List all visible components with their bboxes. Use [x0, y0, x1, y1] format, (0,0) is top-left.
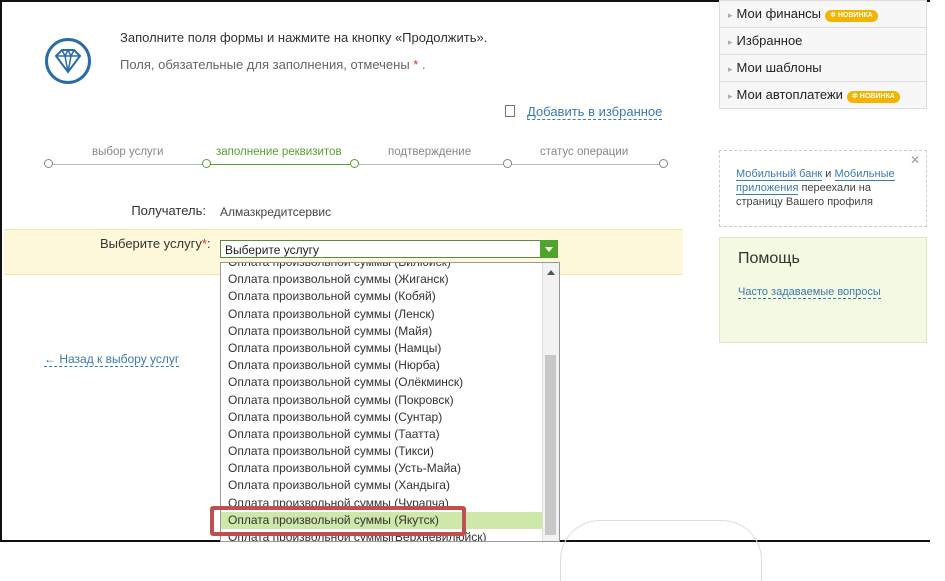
- menu-item-favorites[interactable]: ▸ Избранное: [719, 28, 927, 55]
- dropdown-option[interactable]: Оплата произвольной суммы (Хандыга): [221, 477, 559, 494]
- step-line-active: [208, 164, 358, 165]
- add-to-favorites-label: Добавить в избранное: [527, 104, 663, 120]
- chevron-right-icon: ▸: [728, 37, 733, 47]
- service-label: Выберите услугу*:: [100, 236, 211, 251]
- step-operation-status: статус операции: [540, 146, 629, 158]
- new-badge-text: НОВИНКА: [837, 12, 873, 19]
- service-dropdown-list[interactable]: Оплата произвольной суммы (Вилюйск) Оплат…: [220, 262, 560, 542]
- dropdown-option[interactable]: Оплата произвольной суммы (Намцы): [221, 340, 559, 357]
- notice-and: и: [825, 168, 832, 180]
- new-badge-text: НОВИНКА: [859, 93, 895, 100]
- step-dot-active: [350, 159, 359, 168]
- menu-item-my-autopayments[interactable]: ▸ Мои автоплатежи ✲ НОВИНКА: [719, 82, 927, 109]
- progress-steps: выбор услуги заполнение реквизитов подтв…: [44, 146, 670, 172]
- menu-item-label: Избранное: [736, 33, 803, 48]
- dropdown-option[interactable]: Оплата произвольной суммы (Вилюйск): [221, 263, 559, 271]
- dropdown-option[interactable]: Оплата произвольной суммы (Таатта): [221, 426, 559, 443]
- new-badge: ✲ НОВИНКА: [825, 10, 878, 22]
- star-icon: ✲: [851, 93, 858, 100]
- dropdown-option[interactable]: Оплата произвольной суммы (Кобяй): [221, 288, 559, 305]
- dropdown-option[interactable]: Оплата произвольной суммы (Усть-Майа): [221, 460, 559, 477]
- step-dot: [503, 159, 512, 168]
- service-select[interactable]: Выберите услугу: [220, 240, 558, 258]
- step-dot: [44, 159, 53, 168]
- faq-link[interactable]: Часто задаваемые вопросы: [738, 286, 908, 299]
- bookmark-icon: [505, 105, 515, 117]
- service-label-colon: :: [206, 236, 211, 251]
- help-title: Помощь: [738, 250, 800, 267]
- back-link-label: ← Назад к выбору услуг: [44, 352, 180, 367]
- step-fill-details: заполнение реквизитов: [216, 146, 342, 158]
- menu-item-my-templates[interactable]: ▸ Мои шаблоны: [719, 55, 927, 82]
- dropdown-option[interactable]: Оплата произвольной суммы (Сунтар): [221, 409, 559, 426]
- required-fields-note: Поля, обязательные для заполнения, отмеч…: [120, 57, 426, 72]
- mobile-bank-link[interactable]: Мобильный банк: [736, 168, 823, 181]
- dropdown-option[interactable]: Оплата произвольной суммы (Жиганск): [221, 271, 559, 288]
- service-select-value: Выберите услугу: [225, 243, 320, 257]
- chevron-right-icon: ▸: [728, 64, 733, 74]
- star-icon: ✲: [830, 12, 836, 19]
- step-line: [48, 164, 208, 165]
- dropdown-option[interactable]: Оплата произвольной суммы (Ленск): [221, 306, 559, 323]
- scrollbar-thumb[interactable]: [545, 355, 556, 535]
- step-dot-active: [202, 159, 211, 168]
- menu-item-label: Мои шаблоны: [736, 60, 822, 75]
- recipient-label: Получатель:: [131, 203, 206, 218]
- instruction-text: Заполните поля формы и нажмите на кнопку…: [120, 30, 488, 45]
- step-confirmation: подтверждение: [388, 146, 472, 158]
- dropdown-option[interactable]: Оплата произвольной суммы (Нюрба): [221, 357, 559, 374]
- chevron-right-icon: ▸: [728, 10, 733, 20]
- required-note-text: Поля, обязательные для заполнения, отмеч…: [120, 57, 410, 72]
- service-label-text: Выберите услугу: [100, 236, 202, 251]
- side-menu: ▸ Мои финансы ✲ НОВИНКА ▸ Избранное ▸ Мои шаб…: [719, 0, 927, 109]
- step-dot: [659, 159, 668, 168]
- highlight-box: [210, 506, 466, 536]
- step-select-service: выбор услуги: [92, 146, 164, 158]
- close-icon[interactable]: ✕: [910, 153, 920, 167]
- mobile-bank-notice: ✕ Мобильный банк и Мобильные приложения …: [719, 150, 927, 227]
- dropdown-option[interactable]: Оплата произвольной суммы (Майя): [221, 323, 559, 340]
- menu-item-label: Мои финансы: [736, 6, 821, 21]
- step-line: [358, 164, 668, 165]
- required-mark: *: [413, 57, 419, 72]
- scroll-up-arrow-icon[interactable]: [547, 270, 555, 275]
- menu-item-my-finances[interactable]: ▸ Мои финансы ✲ НОВИНКА: [719, 0, 927, 28]
- dropdown-scrollbar[interactable]: [542, 263, 559, 541]
- help-panel: Помощь Часто задаваемые вопросы: [719, 237, 927, 343]
- faq-link-label: Часто задаваемые вопросы: [738, 286, 881, 299]
- add-to-favorites-link[interactable]: Добавить в избранное: [505, 104, 663, 120]
- back-to-services-link[interactable]: ← Назад к выбору услуг: [44, 352, 180, 367]
- chevron-right-icon: ▸: [728, 91, 733, 101]
- new-badge: ✲ НОВИНКА: [846, 91, 900, 103]
- dropdown-option[interactable]: Оплата произвольной суммы (Покровск): [221, 392, 559, 409]
- recipient-value: Алмазкредитсервис: [220, 205, 332, 219]
- bank-logo-icon: [45, 38, 91, 84]
- menu-item-label: Мои автоплатежи: [736, 87, 843, 102]
- dropdown-option[interactable]: Оплата произвольной суммы (Олёкминск): [221, 374, 559, 391]
- dropdown-option[interactable]: Оплата произвольной суммы (Тикси): [221, 443, 559, 460]
- required-note-end: .: [421, 57, 426, 72]
- decorative-curve: [560, 520, 762, 581]
- chevron-down-icon[interactable]: [540, 240, 558, 258]
